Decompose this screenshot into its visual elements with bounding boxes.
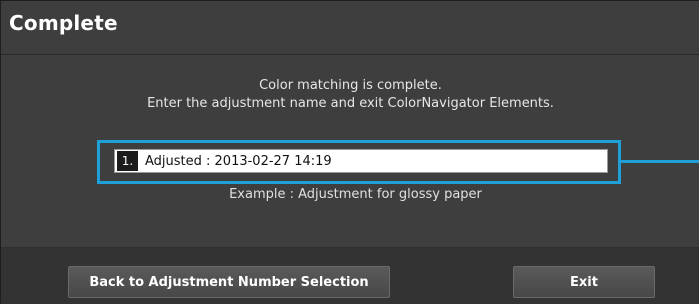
title-divider — [1, 54, 699, 55]
complete-dialog: Complete Color matching is complete. Ent… — [0, 0, 699, 304]
adjustment-number-badge: 1. — [117, 151, 138, 171]
back-to-adjustment-selection-button[interactable]: Back to Adjustment Number Selection — [68, 266, 390, 298]
dialog-title: Complete — [9, 11, 118, 35]
exit-button[interactable]: Exit — [513, 266, 655, 298]
instruction-message: Enter the adjustment name and exit Color… — [147, 96, 554, 111]
highlight-callout-line — [621, 160, 699, 163]
completion-message: Color matching is complete. — [259, 78, 442, 93]
example-hint: Example : Adjustment for glossy paper — [1, 187, 699, 202]
adjustment-name-input[interactable]: Adjusted : 2013-02-27 14:19 — [145, 154, 332, 169]
example-hint-text: Example : Adjustment for glossy paper — [229, 187, 482, 202]
adjustment-name-field[interactable]: 1. Adjusted : 2013-02-27 14:19 — [114, 149, 608, 173]
